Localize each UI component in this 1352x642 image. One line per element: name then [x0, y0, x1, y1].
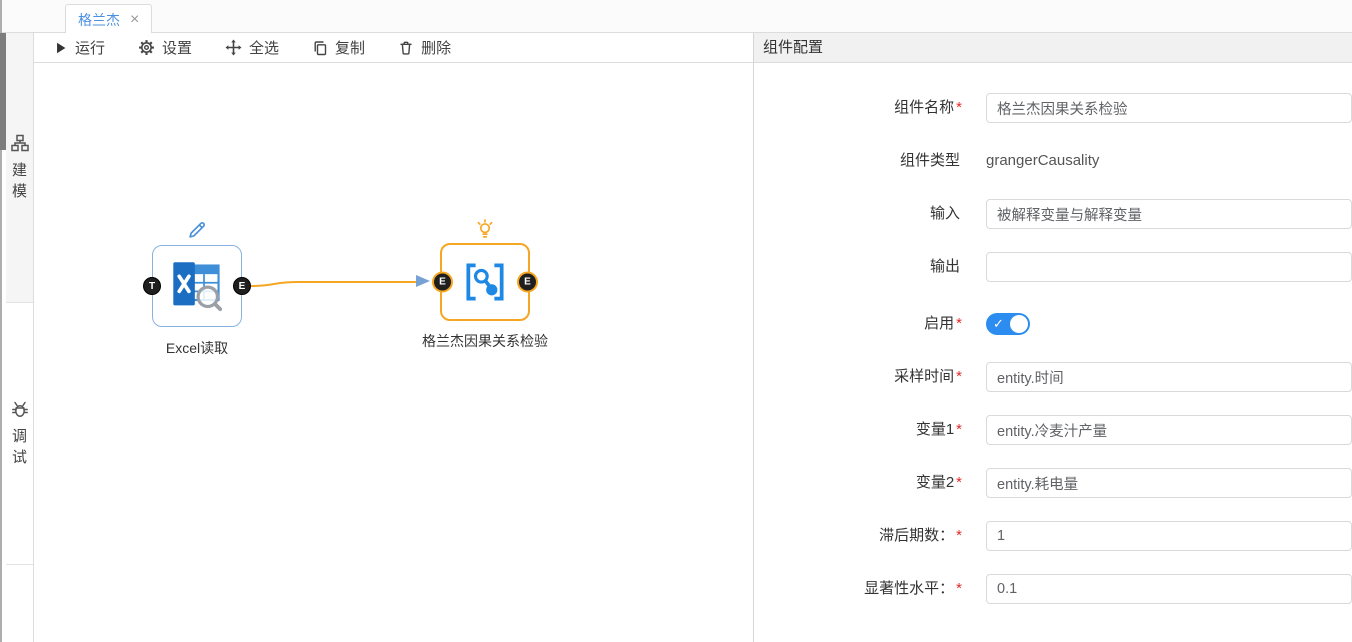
port-e-input[interactable]: E: [432, 272, 453, 293]
settings-button[interactable]: 设置: [138, 37, 192, 58]
sidebar-item-label: 建模: [12, 160, 28, 202]
port-e-output[interactable]: E: [233, 277, 251, 295]
tab-label: 格兰杰: [78, 10, 120, 30]
field-label: 组件类型: [754, 146, 986, 176]
field-label: 滞后期数：*: [754, 521, 986, 551]
field-label: 组件名称*: [754, 93, 986, 123]
required-asterisk: *: [956, 474, 962, 491]
field-label: 显著性水平：*: [754, 574, 986, 604]
select-all-button[interactable]: 全选: [225, 37, 279, 58]
required-asterisk: *: [956, 580, 962, 597]
component-config-panel: 组件配置 组件名称* 组件类型 grangerCausality 输入 输出 启…: [753, 33, 1352, 642]
field-label: 变量2*: [754, 468, 986, 498]
port-t-input[interactable]: T: [143, 277, 161, 295]
copy-icon: [312, 40, 328, 56]
sidebar-item-debug[interactable]: 调试: [6, 303, 33, 565]
required-asterisk: *: [956, 315, 962, 332]
field-label: 输出: [754, 252, 986, 282]
connection-wire: [34, 63, 753, 641]
copy-label: 复制: [335, 37, 365, 58]
required-asterisk: *: [956, 99, 962, 116]
copy-button[interactable]: 复制: [312, 37, 365, 58]
required-asterisk: *: [956, 421, 962, 438]
field-row-significance: 显著性水平：*: [754, 574, 1352, 604]
significance-level-input[interactable]: [986, 574, 1352, 604]
delete-button[interactable]: 删除: [398, 37, 451, 58]
node-granger-causality[interactable]: E E 格兰杰因果关系检验: [440, 243, 530, 321]
tab-bar: 格兰杰 ×: [0, 0, 1352, 33]
component-name-input[interactable]: [986, 93, 1352, 123]
panel-title: 组件配置: [754, 33, 1352, 63]
field-label: 采样时间*: [754, 362, 986, 392]
field-label: 变量1*: [754, 415, 986, 445]
node-excel-read[interactable]: T E Excel读取: [152, 245, 242, 327]
sitemap-icon: [10, 133, 30, 153]
tab-close-icon[interactable]: ×: [130, 12, 139, 28]
run-label: 运行: [75, 37, 105, 58]
field-row-lag: 滞后期数：*: [754, 521, 1352, 551]
component-type-value: grangerCausality: [986, 152, 1099, 169]
input-desc-input[interactable]: [986, 199, 1352, 229]
variable1-input[interactable]: [986, 415, 1352, 445]
node-label: Excel读取: [166, 338, 228, 358]
workflow-canvas[interactable]: T E Excel读取 E E: [34, 63, 753, 641]
play-icon: [54, 41, 68, 55]
check-icon: ✓: [993, 316, 1004, 332]
required-asterisk: *: [956, 527, 962, 544]
config-form: 组件名称* 组件类型 grangerCausality 输入 输出 启用* ✓: [754, 63, 1352, 604]
sidebar-item-modeling[interactable]: 建模: [6, 33, 33, 303]
field-row-name: 组件名称*: [754, 93, 1352, 123]
field-row-var2: 变量2*: [754, 468, 1352, 498]
field-row-enabled: 启用* ✓: [754, 309, 1352, 339]
pencil-icon: [186, 219, 208, 241]
move-icon: [225, 39, 242, 56]
settings-label: 设置: [162, 37, 192, 58]
wire-arrowhead-icon: [416, 275, 430, 287]
workflow-area: 运行 设置 全选: [34, 33, 753, 642]
toggle-knob: [1010, 315, 1028, 333]
sidebar-item-label: 调试: [12, 426, 28, 468]
trash-icon: [398, 40, 414, 56]
left-sidebar: 建模 调试: [6, 33, 34, 642]
tab-granger[interactable]: 格兰杰 ×: [65, 4, 152, 34]
enable-toggle[interactable]: ✓: [986, 313, 1030, 335]
gear-icon: [138, 39, 155, 56]
required-asterisk: *: [956, 368, 962, 385]
search-link-icon: [460, 257, 510, 307]
output-desc-input[interactable]: [986, 252, 1352, 282]
bulb-icon: [474, 218, 496, 242]
delete-label: 删除: [421, 37, 451, 58]
field-row-sample-time: 采样时间*: [754, 362, 1352, 392]
field-row-var1: 变量1*: [754, 415, 1352, 445]
field-row-input: 输入: [754, 199, 1352, 229]
excel-icon: [169, 258, 225, 314]
field-label: 启用*: [754, 309, 986, 339]
run-button[interactable]: 运行: [54, 37, 105, 58]
field-row-output: 输出: [754, 252, 1352, 282]
node-label: 格兰杰因果关系检验: [422, 331, 548, 351]
variable2-input[interactable]: [986, 468, 1352, 498]
field-label: 输入: [754, 199, 986, 229]
field-row-type: 组件类型 grangerCausality: [754, 146, 1352, 176]
canvas-toolbar: 运行 设置 全选: [34, 33, 753, 63]
lag-periods-input[interactable]: [986, 521, 1352, 551]
select-all-label: 全选: [249, 37, 279, 58]
sample-time-input[interactable]: [986, 362, 1352, 392]
port-e-output[interactable]: E: [517, 272, 538, 293]
bug-icon: [10, 399, 30, 419]
app-window: 格兰杰 × 建模 调试: [0, 0, 1352, 642]
